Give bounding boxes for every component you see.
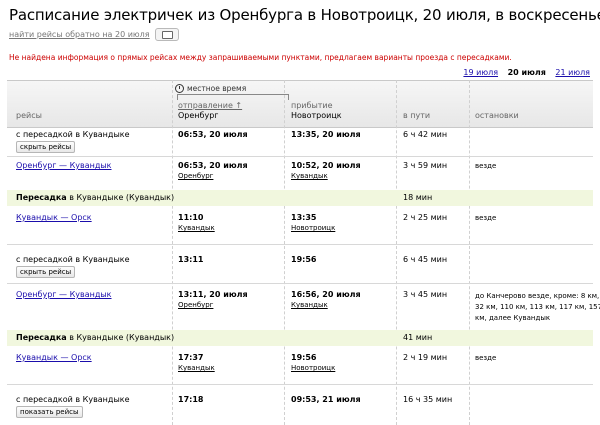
summary-label: с пересадкой в Кувандыке — [16, 395, 130, 404]
transfer-row: Пересадка в Кувандыке (Кувандык) 41 мин — [7, 330, 593, 346]
row-divider — [7, 244, 593, 245]
trip-row: Кувандык — Орск 11:10 Кувандык 13:35 Нов… — [7, 211, 593, 239]
clock-icon — [175, 84, 184, 93]
stops-line: до Канчерово везде, кроме: 8 км, — [475, 292, 600, 300]
trip-route-link[interactable]: Оренбург — Кувандык — [16, 161, 112, 170]
summary-arrival: 19:56 — [291, 255, 317, 264]
trip-departure: 11:10 — [178, 213, 204, 222]
transfer-duration: 41 мин — [403, 333, 433, 342]
trip-duration: 3 ч 45 мин — [403, 290, 448, 299]
print-button[interactable] — [154, 28, 179, 41]
trip-departure-station[interactable]: Кувандык — [178, 364, 215, 372]
trip-route-link[interactable]: Кувандык — Орск — [16, 353, 92, 362]
col-routes: рейсы — [16, 111, 42, 120]
trip-stops: везде — [475, 214, 497, 222]
row-divider — [7, 384, 593, 385]
schedule-table: местное время рейсы отправление ↑ Оренбу… — [7, 80, 600, 425]
summary-duration: 6 ч 45 мин — [403, 255, 448, 264]
trip-stops: везде — [475, 162, 497, 170]
date-current: 20 июля — [507, 68, 546, 77]
trip-arrival: 19:56 — [291, 353, 317, 362]
col-arrival-station: Новотроицк — [291, 111, 342, 120]
return-trips-link[interactable]: найти рейсы обратно на 20 июля — [9, 30, 150, 39]
trip-route-link[interactable]: Кувандык — Орск — [16, 213, 92, 222]
trip-departure: 13:11, 20 июля — [178, 290, 248, 299]
trip-arrival: 16:56, 20 июля — [291, 290, 361, 299]
summary-departure: 17:18 — [178, 395, 204, 404]
trip-row: Оренбург — Кувандык 06:53, 20 июля Оренб… — [7, 159, 593, 187]
printer-icon — [161, 31, 173, 39]
trip-departure: 06:53, 20 июля — [178, 161, 248, 170]
route-summary-row: с пересадкой в Кувандыке скрыть рейсы 06… — [7, 128, 593, 156]
col-departure-sort[interactable]: отправление ↑ — [178, 101, 242, 110]
transfer-row: Пересадка в Кувандыке (Кувандык) 18 мин — [7, 190, 593, 206]
summary-label: с пересадкой в Кувандыке — [16, 130, 130, 139]
trip-row: Кувандык — Орск 17:37 Кувандык 19:56 Нов… — [7, 351, 593, 379]
trip-arrival-station[interactable]: Новотроицк — [291, 224, 335, 232]
transfer-duration: 18 мин — [403, 193, 433, 202]
trip-departure-station[interactable]: Кувандык — [178, 224, 215, 232]
trip-departure-station[interactable]: Оренбург — [178, 172, 213, 180]
local-time-label: местное время — [175, 84, 246, 93]
transfer-label: Пересадка в Кувандыке (Кувандык) — [16, 193, 175, 202]
summary-departure: 06:53, 20 июля — [178, 130, 248, 139]
trip-arrival-station[interactable]: Новотроицк — [291, 364, 335, 372]
row-divider — [7, 283, 593, 284]
date-switcher: 19 июля 20 июля 21 июля — [456, 68, 590, 77]
col-arrival[interactable]: прибытие — [291, 101, 333, 110]
route-summary-row: с пересадкой в Кувандыке показать рейсы … — [7, 393, 593, 421]
summary-duration: 6 ч 42 мин — [403, 130, 448, 139]
back-row: найти рейсы обратно на 20 июля — [9, 28, 179, 41]
time-bracket — [177, 94, 289, 100]
trip-arrival-station[interactable]: Кувандык — [291, 301, 328, 309]
row-divider — [7, 156, 593, 157]
summary-duration: 16 ч 35 мин — [403, 395, 453, 404]
trip-row: Оренбург — Кувандык 13:11, 20 июля Оренб… — [7, 288, 600, 328]
trip-departure: 17:37 — [178, 353, 204, 362]
date-prev-link[interactable]: 19 июля — [463, 68, 498, 77]
table-header: местное время рейсы отправление ↑ Оренбу… — [7, 80, 593, 128]
trip-departure-station[interactable]: Оренбург — [178, 301, 213, 309]
transfer-label: Пересадка в Кувандыке (Кувандык) — [16, 333, 175, 342]
col-duration[interactable]: в пути — [403, 111, 430, 120]
page-title: Расписание электричек из Оренбурга в Нов… — [9, 6, 600, 24]
trip-stops: до Канчерово везде, кроме: 8 км, 32 км, … — [475, 291, 600, 324]
stops-line: 32 км, 110 км, 113 км, 117 км, 157 — [475, 303, 600, 311]
trip-arrival-station[interactable]: Кувандык — [291, 172, 328, 180]
trip-duration: 3 ч 59 мин — [403, 161, 448, 170]
hide-trips-button[interactable]: скрыть рейсы — [16, 141, 76, 153]
col-departure-station: Оренбург — [178, 111, 219, 120]
trip-arrival: 13:35 — [291, 213, 317, 222]
summary-label: с пересадкой в Кувандыке — [16, 255, 130, 264]
summary-arrival: 09:53, 21 июля — [291, 395, 361, 404]
trip-duration: 2 ч 25 мин — [403, 213, 448, 222]
col-stops: остановки — [475, 111, 519, 120]
stops-line: км, далее Кувандык — [475, 314, 551, 322]
summary-arrival: 13:35, 20 июля — [291, 130, 361, 139]
no-direct-warning: Не найдена информация о прямых рейсах ме… — [9, 53, 512, 62]
route-summary-row: с пересадкой в Кувандыке скрыть рейсы 13… — [7, 253, 593, 281]
date-next-link[interactable]: 21 июля — [555, 68, 590, 77]
summary-departure: 13:11 — [178, 255, 204, 264]
trip-duration: 2 ч 19 мин — [403, 353, 448, 362]
show-trips-button[interactable]: показать рейсы — [16, 406, 83, 418]
trip-arrival: 10:52, 20 июля — [291, 161, 361, 170]
trip-route-link[interactable]: Оренбург — Кувандык — [16, 290, 112, 299]
trip-stops: везде — [475, 354, 497, 362]
hide-trips-button[interactable]: скрыть рейсы — [16, 266, 76, 278]
